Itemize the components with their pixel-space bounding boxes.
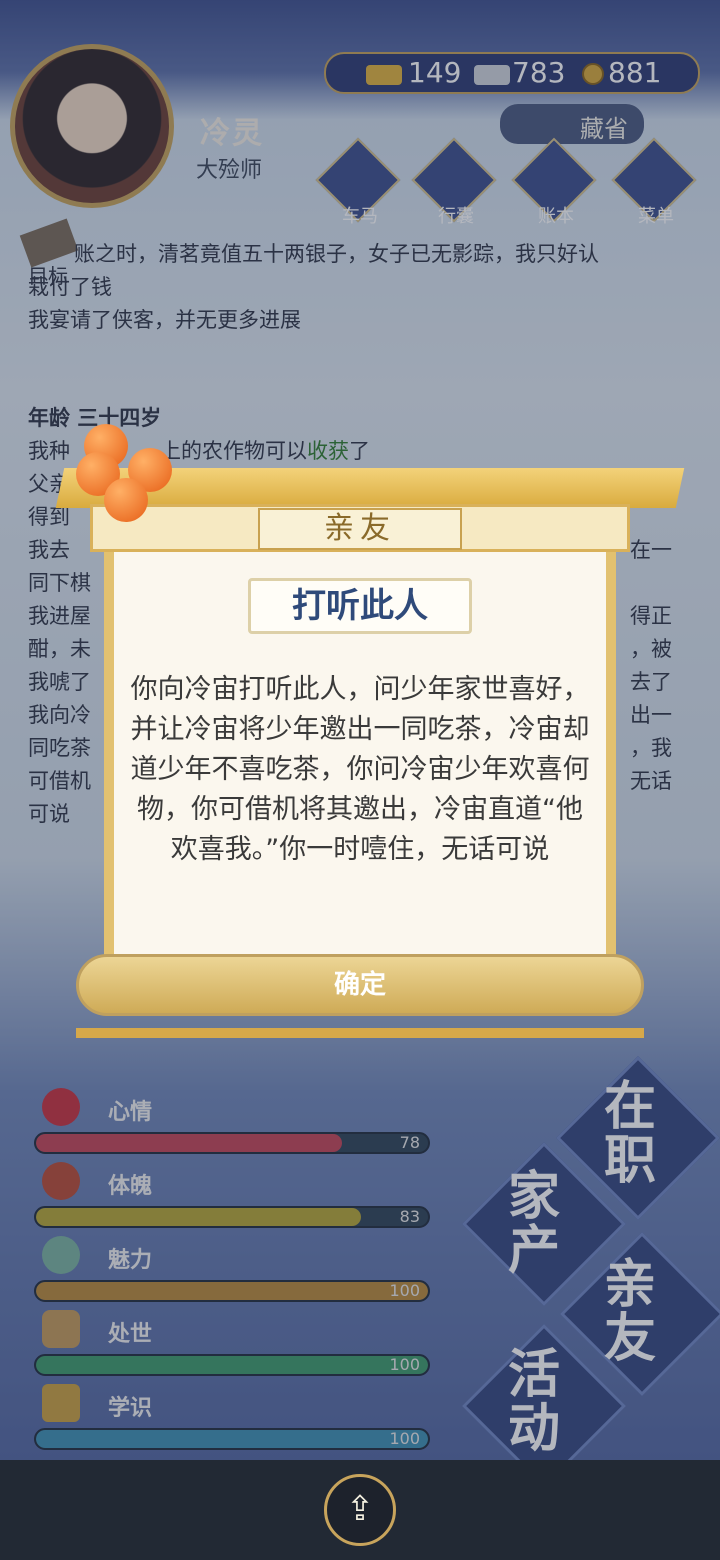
dialog-subtitle: 打听此人 [248,578,472,634]
dialog-body: 你向冷宙打听此人，问少年家世喜好，并让冷宙将少年邀出一同吃茶，冷宙却道少年不喜吃… [130,674,590,865]
share-icon[interactable]: ⇪ [324,1474,396,1546]
dialog-header-title: 亲友 [258,508,462,550]
confirm-button[interactable]: 确定 [76,954,644,1016]
dialog: 亲友 打听此人 你向冷宙打听此人，问少年家世喜好，并让冷宙将少年邀出一同吃茶，冷… [55,460,685,1044]
scroll-base [76,1028,644,1038]
